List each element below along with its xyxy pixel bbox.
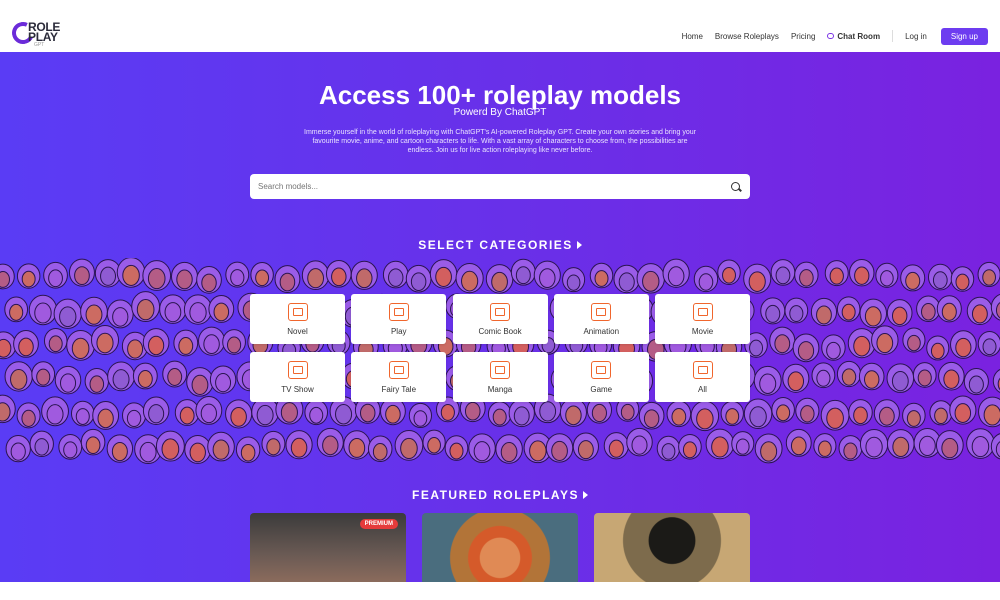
category-grid: Novel Play Comic Book Animation Movie TV… (250, 294, 750, 402)
nav-browse-roleplays-link[interactable]: Browse Roleplays (715, 32, 779, 41)
comic-book-icon (490, 302, 510, 321)
arrow-right-icon (583, 491, 588, 499)
signup-button[interactable]: Sign up (940, 27, 988, 45)
select-categories-label: SELECT CATEGORIES (418, 238, 573, 252)
featured-roleplays-heading[interactable]: FEATURED ROLEPLAYS (0, 488, 1000, 502)
premium-badge: PREMIUM (359, 519, 398, 529)
category-card-movie[interactable]: Movie (655, 294, 750, 344)
category-card-all[interactable]: All (655, 352, 750, 402)
hero-subtitle: Powerd By ChatGPT (453, 107, 547, 118)
theater-masks-icon (388, 302, 409, 321)
animation-screen-icon (591, 302, 612, 321)
category-card-manga[interactable]: Manga (452, 352, 548, 402)
category-card-tv-show[interactable]: TV Show (250, 352, 345, 402)
logo-line-2: PLAY (28, 30, 58, 44)
featured-roleplays-label: FEATURED ROLEPLAYS (411, 488, 579, 502)
category-label: TV Show (281, 384, 314, 394)
featured-card-man-portrait[interactable]: PREMIUM (250, 513, 406, 582)
select-categories-heading[interactable]: SELECT CATEGORIES (0, 238, 1000, 252)
fairy-tale-book-icon (388, 360, 409, 379)
category-label: Fairy Tale (381, 384, 417, 394)
category-label: Novel (287, 326, 308, 336)
category-card-novel[interactable]: Novel (250, 294, 345, 344)
category-label: All (698, 384, 707, 394)
category-card-comic-book[interactable]: Comic Book (452, 294, 548, 344)
main-nav: Home Browse Roleplays Pricing Chat Room … (670, 27, 988, 45)
logo-text: ROLE PLAY (28, 21, 60, 44)
category-label: Animation (583, 326, 620, 336)
site-header: ROLE PLAY GPT Home Browse Roleplays Pric… (0, 0, 1000, 52)
search-input[interactable] (258, 182, 730, 191)
manga-icon (490, 360, 510, 379)
category-card-game[interactable]: Game (553, 352, 649, 402)
category-label: Game (590, 384, 613, 394)
nav-divider (892, 30, 894, 42)
search-icon[interactable] (730, 181, 742, 193)
book-icon (287, 302, 308, 321)
search-bar (250, 174, 750, 199)
logo-subtext: GPT (34, 42, 45, 48)
tv-icon (287, 360, 308, 379)
arrow-right-icon (576, 241, 582, 249)
hero-description: Immerse yourself in the world of rolepla… (304, 129, 696, 154)
gamepad-icon (591, 360, 612, 379)
category-card-animation[interactable]: Animation (553, 294, 649, 344)
featured-card-top-hat-man[interactable] (594, 513, 750, 582)
featured-cards: PREMIUM (250, 513, 750, 582)
category-label: Movie (691, 326, 714, 336)
category-card-fairy-tale[interactable]: Fairy Tale (351, 352, 447, 402)
login-link[interactable]: Log in (905, 32, 927, 41)
chat-bubble-icon (827, 33, 835, 39)
category-card-play[interactable]: Play (351, 294, 447, 344)
category-label: Manga (487, 384, 513, 394)
featured-card-red-haired-character[interactable] (422, 513, 578, 582)
chat-room-label: Chat Room (837, 31, 881, 41)
clapperboard-icon (692, 302, 713, 321)
nav-home-link[interactable]: Home (682, 32, 703, 41)
roleplay-gpt-logo[interactable]: ROLE PLAY GPT (8, 18, 72, 48)
category-label: Comic Book (478, 326, 522, 336)
category-label: Play (390, 326, 407, 336)
nav-chat-room-link[interactable]: Chat Room (827, 32, 880, 41)
all-books-icon (692, 360, 713, 379)
nav-pricing-link[interactable]: Pricing (791, 32, 815, 41)
